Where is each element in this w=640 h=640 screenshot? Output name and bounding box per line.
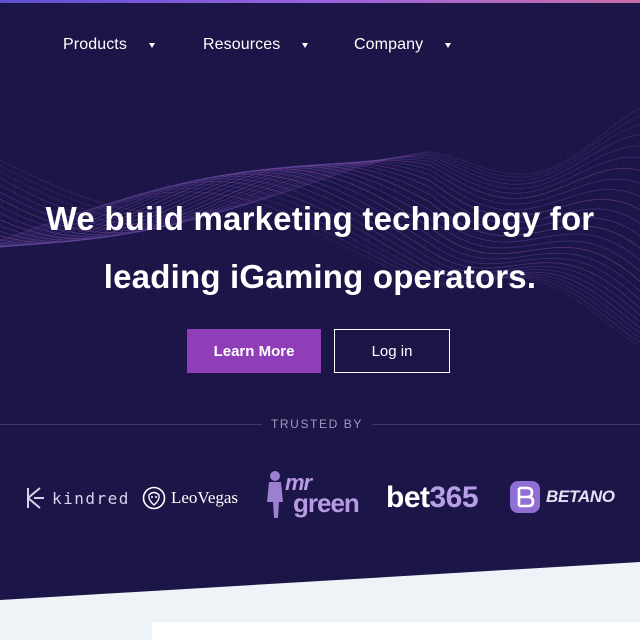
logo-mrgreen: mr green (263, 468, 371, 524)
nav-products-label: Products (63, 36, 127, 53)
trusted-by-divider: TRUSTED BY (0, 414, 640, 434)
leovegas-wordmark: LeoVegas (171, 488, 239, 507)
nav-resources[interactable]: Resources (203, 36, 309, 54)
mrgreen-green-text: green (293, 488, 360, 518)
bet365-365-text: 365 (429, 481, 479, 514)
hero-headline: We build marketing technology for leadin… (0, 190, 640, 306)
nav-company-label: Company (354, 36, 424, 53)
logo-betano: BETANO (508, 479, 615, 515)
main-nav: Products Resources Company (0, 36, 640, 60)
chevron-down-icon (302, 42, 309, 48)
chevron-down-icon (445, 42, 452, 48)
headline-line-1: We build marketing technology for (45, 200, 595, 237)
logo-kindred: kindred (24, 482, 130, 514)
trusted-by-label: TRUSTED BY (270, 417, 363, 431)
learn-more-button[interactable]: Learn More (187, 329, 321, 373)
next-section-card (152, 622, 640, 640)
kindred-wordmark: kindred (52, 488, 130, 508)
headline-line-2: leading iGaming operators. (103, 258, 537, 295)
logo-leovegas: LeoVegas (142, 484, 238, 512)
kindred-icon (27, 487, 44, 509)
logo-bet365: bet 365 (386, 478, 479, 518)
betano-wordmark: BETANO (546, 487, 615, 506)
divider-line-right (372, 424, 640, 425)
lion-emblem-icon (142, 486, 166, 510)
betano-b-icon (510, 481, 540, 513)
bet365-bet-text: bet (386, 481, 430, 514)
nav-resources-label: Resources (203, 36, 281, 53)
nav-products[interactable]: Products (63, 36, 155, 54)
nav-company[interactable]: Company (354, 36, 452, 54)
hero-section: Products Resources Company We build mark… (0, 0, 640, 600)
chevron-down-icon (148, 42, 155, 48)
login-button[interactable]: Log in (334, 329, 450, 373)
divider-line-left (0, 424, 262, 425)
